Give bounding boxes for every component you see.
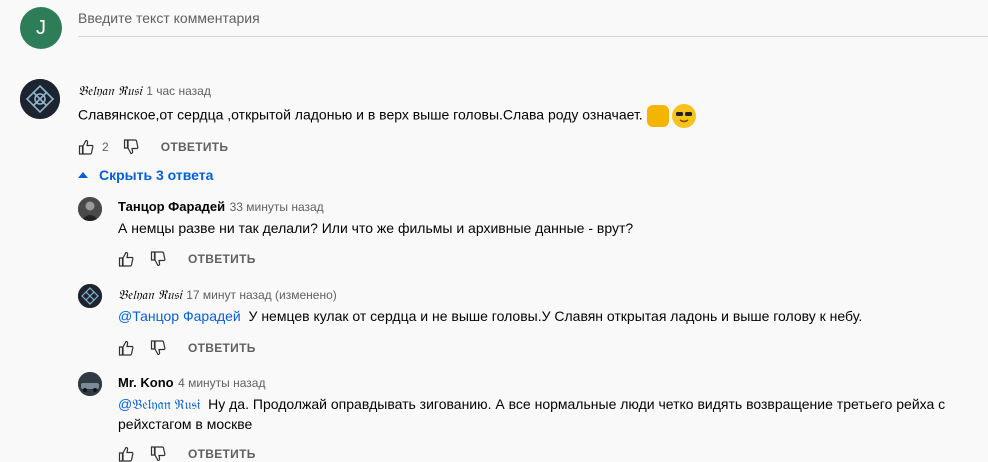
- avatar-belyan-rusi[interactable]: [20, 79, 60, 119]
- chevron-up-icon: [78, 172, 88, 178]
- comment-header: 𝔅𝔢𝔩𝔶𝔞𝔫 ℜ𝔲𝔰𝔦 1 час назад: [78, 82, 211, 100]
- reply-actions: ОТВЕТИТЬ: [118, 251, 256, 267]
- reply-header: 𝔅𝔢𝔩𝔶𝔞𝔫 ℜ𝔲𝔰𝔦 17 минут назад (изменено): [118, 286, 337, 304]
- reply-body: У немцев кулак от сердца и не выше голов…: [248, 308, 863, 324]
- reply-header: Mr. Kono 4 минуты назад: [118, 374, 265, 392]
- like-icon[interactable]: [118, 446, 134, 462]
- avatar-belyan-rusi[interactable]: [78, 284, 102, 308]
- comment-author[interactable]: 𝔅𝔢𝔩𝔶𝔞𝔫 ℜ𝔲𝔰𝔦: [78, 84, 142, 99]
- reply-time[interactable]: 33 минуты назад: [230, 200, 324, 214]
- dislike-icon[interactable]: [150, 340, 166, 356]
- hide-replies-label: Скрыть 3 ответа: [99, 167, 214, 183]
- reply-text: @Танцор Фарадей У немцев кулак от сердца…: [118, 306, 862, 326]
- reply-text: А немцы разве ни так делали? Или что же …: [118, 220, 634, 236]
- comment-body: Славянское,от сердца ,открытой ладонью и…: [78, 106, 643, 123]
- dislike-icon[interactable]: [150, 251, 166, 267]
- reply-header: Танцор Фарадей 33 минуты назад: [118, 198, 324, 216]
- avatar-mr-kono[interactable]: [78, 372, 102, 396]
- sunglasses-face-emoji: [672, 104, 697, 128]
- like-icon[interactable]: [118, 251, 134, 267]
- user-avatar: J: [20, 7, 62, 49]
- input-underline: [78, 36, 988, 37]
- reply-actions: ОТВЕТИТЬ: [118, 340, 256, 356]
- reply-button[interactable]: ОТВЕТИТЬ: [188, 341, 256, 355]
- dislike-icon[interactable]: [123, 139, 139, 155]
- reply-actions: ОТВЕТИТЬ: [118, 446, 256, 462]
- like-icon[interactable]: [78, 139, 94, 155]
- comment-actions: 2 ОТВЕТИТЬ: [78, 139, 228, 155]
- reply-time[interactable]: 4 минуты назад: [178, 376, 265, 390]
- reply-button[interactable]: ОТВЕТИТЬ: [161, 140, 229, 154]
- like-icon[interactable]: [118, 340, 134, 356]
- reply-text: @𝔅𝔢𝔩𝔶𝔞𝔫 ℜ𝔲𝔰𝔦 Ну да. Продолжай оправдыват…: [118, 394, 978, 434]
- hide-replies-button[interactable]: Скрыть 3 ответа: [78, 167, 213, 183]
- comment-time[interactable]: 1 час назад: [146, 84, 211, 98]
- reply-author[interactable]: 𝔅𝔢𝔩𝔶𝔞𝔫 ℜ𝔲𝔰𝔦: [118, 288, 182, 303]
- comment-text: Славянское,от сердца ,открытой ладонью и…: [78, 104, 697, 128]
- reply-body-line1: Ну да. Продолжай оправдывать зигованию. …: [208, 396, 946, 412]
- reply-button[interactable]: ОТВЕТИТЬ: [188, 447, 256, 461]
- reply-time[interactable]: 17 минут назад (изменено): [186, 288, 337, 302]
- reply-body-line2: рейхстагом в москве: [118, 416, 253, 432]
- comment-input[interactable]: Введите текст комментария: [78, 10, 260, 26]
- mention-link[interactable]: @𝔅𝔢𝔩𝔶𝔞𝔫 ℜ𝔲𝔰𝔦: [118, 396, 200, 412]
- like-count: 2: [102, 140, 109, 154]
- dislike-icon[interactable]: [150, 446, 166, 462]
- reply-author[interactable]: Mr. Kono: [118, 375, 174, 390]
- flexed-biceps-emoji: [646, 105, 669, 127]
- avatar-tancor-faradey[interactable]: [78, 197, 102, 221]
- reply-author[interactable]: Танцор Фарадей: [118, 199, 225, 214]
- reply-button[interactable]: ОТВЕТИТЬ: [188, 252, 256, 266]
- mention-link[interactable]: @Танцор Фарадей: [118, 308, 241, 324]
